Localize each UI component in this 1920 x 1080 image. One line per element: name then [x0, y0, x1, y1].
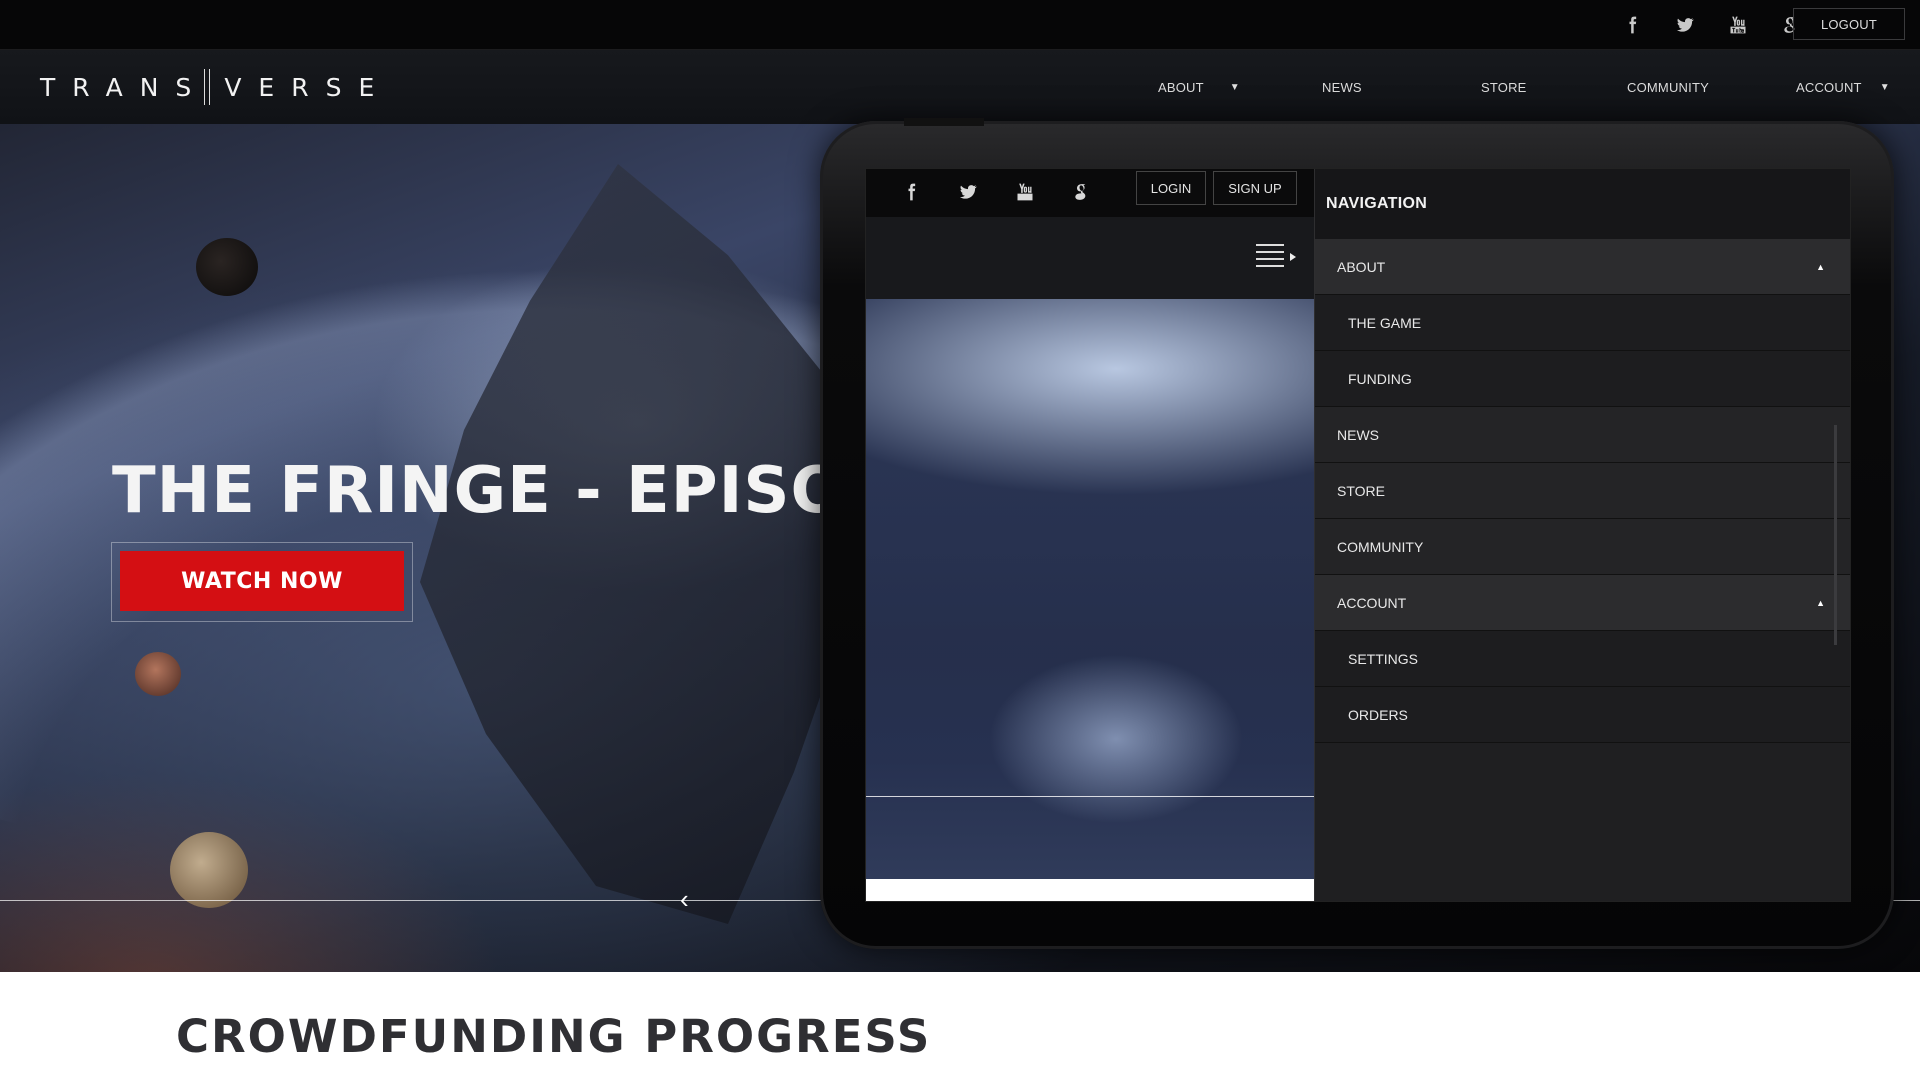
crowdfunding-title: CROWDFUNDING PROGRESS — [176, 1010, 932, 1063]
chevron-up-icon: ▲ — [1816, 597, 1825, 608]
chevron-up-icon: ▲ — [1816, 261, 1825, 272]
mobile-top-bar: LOGIN SIGN UP — [866, 169, 1314, 217]
nav-account-label: ACCOUNT — [1796, 79, 1862, 95]
signup-button[interactable]: SIGN UP — [1213, 171, 1297, 205]
moon-image — [196, 238, 258, 296]
tablet-screen: LOGIN SIGN UP NAVIGATION ABOUT ▲ THE GAM… — [865, 168, 1851, 902]
mobile-nav-funding[interactable]: FUNDING — [1315, 351, 1850, 407]
facebook-icon[interactable] — [900, 181, 922, 203]
nav-scrollbar[interactable] — [1834, 425, 1837, 645]
mobile-nav-store[interactable]: STORE — [1315, 463, 1850, 519]
login-button[interactable]: LOGIN — [1136, 171, 1206, 205]
mobile-nav-account-label: ACCOUNT — [1337, 594, 1407, 611]
nav-links: ABOUT ▼ NEWS STORE COMMUNITY ACCOUNT ▼ — [0, 50, 1920, 124]
nav-about-label: ABOUT — [1158, 79, 1204, 95]
crowdfunding-section: CROWDFUNDING PROGRESS — [0, 972, 1920, 1080]
mobile-navigation-panel: NAVIGATION ABOUT ▲ THE GAME FUNDING NEWS… — [1314, 169, 1850, 901]
mobile-hero-image — [866, 299, 1314, 879]
chevron-down-icon: ▼ — [1229, 81, 1240, 93]
mobile-nav-about[interactable]: ABOUT ▲ — [1315, 239, 1850, 295]
mobile-nav-orders[interactable]: ORDERS — [1315, 687, 1850, 743]
mobile-content-strip — [866, 879, 1314, 901]
nav-community[interactable]: COMMUNITY — [1627, 50, 1709, 124]
navigation-heading: NAVIGATION — [1315, 169, 1850, 239]
tablet-camera — [904, 118, 984, 126]
hamburger-menu-icon[interactable] — [1256, 244, 1300, 270]
youtube-icon[interactable] — [1014, 181, 1036, 203]
google-icon[interactable] — [1071, 181, 1093, 203]
moon-image — [135, 652, 181, 696]
twitter-icon[interactable] — [957, 181, 979, 203]
mobile-social-links — [900, 181, 1093, 203]
twitter-icon[interactable] — [1674, 14, 1696, 36]
chevron-left-icon[interactable]: ‹ — [680, 884, 704, 914]
mobile-header — [866, 217, 1314, 299]
nav-store[interactable]: STORE — [1481, 50, 1527, 124]
nav-account[interactable]: ACCOUNT ▼ — [1796, 50, 1890, 124]
chevron-down-icon: ▼ — [1879, 81, 1890, 93]
nav-news[interactable]: NEWS — [1322, 50, 1362, 124]
social-links — [1621, 0, 1802, 50]
main-navigation: TRANS VERSE ABOUT ▼ NEWS STORE COMMUNITY… — [0, 50, 1920, 124]
moon-image — [170, 832, 248, 908]
mobile-nav-about-label: ABOUT — [1337, 258, 1386, 275]
mobile-nav-account[interactable]: ACCOUNT ▲ — [1315, 575, 1850, 631]
mobile-nav-settings[interactable]: SETTINGS — [1315, 631, 1850, 687]
mobile-nav-community[interactable]: COMMUNITY — [1315, 519, 1850, 575]
logout-button[interactable]: LOGOUT — [1793, 8, 1905, 40]
top-social-bar: LOGOUT — [0, 0, 1920, 50]
watch-now-button[interactable]: WATCH NOW — [120, 551, 404, 611]
youtube-icon[interactable] — [1727, 14, 1749, 36]
facebook-icon[interactable] — [1621, 14, 1643, 36]
mobile-slider-divider — [866, 796, 1314, 797]
nav-about[interactable]: ABOUT ▼ — [1158, 50, 1240, 124]
mobile-nav-news[interactable]: NEWS — [1315, 407, 1850, 463]
mobile-nav-the-game[interactable]: THE GAME — [1315, 295, 1850, 351]
